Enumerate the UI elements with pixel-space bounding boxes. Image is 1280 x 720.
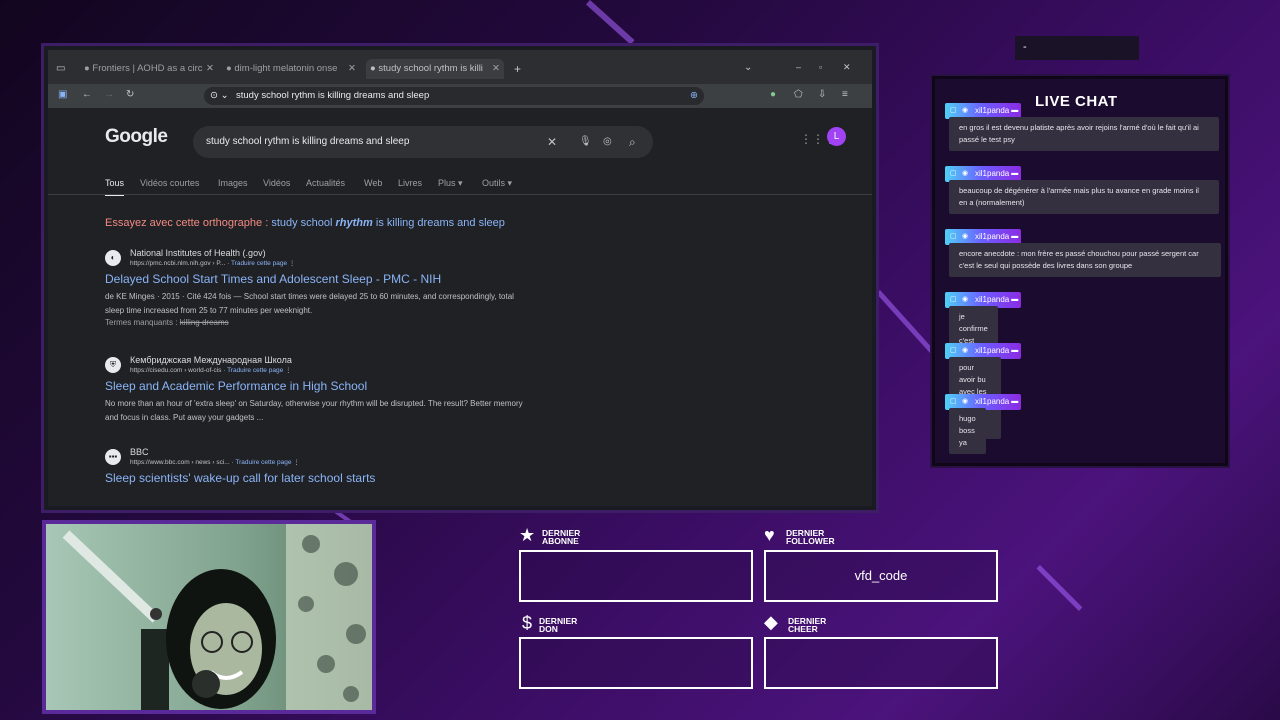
stat-label-abonne: DERNIER ABONNE	[542, 528, 581, 546]
tab-outils[interactable]: Outils ▾	[482, 178, 512, 189]
tab-study-school[interactable]: ● study school rythm is killi ✕	[366, 59, 504, 79]
search-result: ◐ National Institutes of Health (.gov) h…	[105, 248, 514, 327]
stat-label-follower: DERNIER FOLLOWER	[786, 528, 835, 546]
site-info-icon[interactable]: ⊕	[690, 87, 698, 105]
stat-box-abonne	[519, 550, 753, 602]
mic-icon[interactable]: 🎙	[579, 126, 592, 158]
webcam-feed	[42, 520, 376, 714]
translate-link[interactable]: Traduire cette page	[227, 367, 283, 374]
forward-icon[interactable]: →	[104, 89, 114, 100]
tab-close-icon[interactable]: ✕	[492, 59, 500, 79]
maximize-button[interactable]: ▫	[819, 62, 822, 72]
live-chat-panel: LIVE CHAT ▢ ◉ xil1panda ▬ en gros il est de…	[932, 76, 1228, 466]
tab-frontiers[interactable]: ● Frontiers | AOHD as a circ ✕	[84, 59, 214, 79]
webcam-image	[46, 524, 372, 710]
omnibox[interactable]: ⊙ ⌄ study school rythm is killing dreams…	[204, 87, 704, 105]
chat-title: LIVE CHAT	[1035, 93, 1118, 110]
search-result: ⛨ Кембриджская Международная Школа https…	[105, 355, 523, 422]
clear-icon[interactable]: ✕	[547, 126, 557, 158]
new-tab-icon[interactable]: +	[514, 62, 521, 76]
stat-box-don	[519, 637, 753, 689]
bg-streak	[1036, 565, 1083, 611]
extension-icon[interactable]: ●	[770, 89, 776, 100]
school-favicon-icon: ⛨	[105, 357, 121, 373]
stat-box-follower: vfd_code	[764, 550, 998, 602]
sidebar-icon[interactable]: ▣	[58, 89, 67, 100]
reload-icon[interactable]: ↻	[126, 89, 134, 100]
tab-close-icon[interactable]: ✕	[206, 59, 214, 79]
tab-images[interactable]: Images	[218, 178, 248, 188]
bg-streak	[585, 0, 635, 45]
google-logo[interactable]: Google	[105, 126, 168, 148]
stat-label-don: DERNIER DON	[539, 616, 578, 634]
search-icon[interactable]: ⌕	[629, 126, 636, 158]
address-bar: ▣ ← → ↻ ⊙ ⌄ study school rythm is killin…	[48, 84, 872, 108]
tab-videos-courtes[interactable]: Vidéos courtes	[140, 178, 199, 188]
diamond-icon: ◆	[764, 612, 778, 632]
tab-bar: ▭ ● Frontiers | AOHD as a circ ✕ ● dim-li…	[48, 50, 872, 84]
account-avatar[interactable]: L	[827, 127, 846, 146]
tab-list-icon[interactable]: ⌄	[744, 62, 752, 73]
tab-actualites[interactable]: Actualités	[306, 178, 345, 188]
translate-link[interactable]: Traduire cette page	[235, 459, 291, 466]
nav-divider	[48, 194, 872, 195]
search-result: ▪▪▪ BBC https://www.bbc.com › news › sci…	[105, 447, 376, 485]
chat-icon: ▬	[1011, 347, 1019, 354]
search-input[interactable]: study school rythm is killing dreams and…	[206, 126, 409, 158]
tab-close-icon[interactable]: ✕	[348, 59, 356, 79]
star-icon: ★	[519, 525, 536, 545]
tab-plus[interactable]: Plus ▾	[438, 178, 463, 189]
stat-label-cheer: DERNIER CHEER	[788, 616, 827, 634]
overlay-top-box: -	[1015, 36, 1139, 60]
search-box[interactable]: study school rythm is killing dreams and…	[193, 126, 653, 158]
download-icon[interactable]: ⇩	[818, 89, 826, 100]
bbc-favicon-icon: ▪▪▪	[105, 449, 121, 465]
google-results-page: Google study school rythm is killing dre…	[48, 108, 872, 506]
google-favicon-icon: ⊙ ⌄	[210, 90, 229, 101]
tab-melatonin[interactable]: ● dim-light melatonin onse ✕	[226, 59, 356, 79]
dollar-icon: $	[522, 613, 533, 633]
tab-search-icon[interactable]: ▭	[56, 63, 65, 74]
nih-favicon-icon: ◐	[105, 250, 121, 266]
back-icon[interactable]: ←	[82, 89, 92, 100]
stat-box-cheer	[764, 637, 998, 689]
browser-window: ▭ ● Frontiers | AOHD as a circ ✕ ● dim-li…	[44, 46, 876, 510]
result-title-link[interactable]: Delayed School Start Times and Adolescen…	[105, 272, 441, 286]
result-title-link[interactable]: Sleep scientists' wake-up call for later…	[105, 471, 375, 485]
translate-link[interactable]: Traduire cette page	[231, 260, 287, 267]
heart-icon: ♥	[764, 525, 775, 545]
tab-web[interactable]: Web	[364, 178, 382, 188]
tab-videos[interactable]: Vidéos	[263, 178, 290, 188]
puzzle-icon[interactable]: ⬠	[794, 89, 803, 100]
minimize-button[interactable]: –	[796, 62, 801, 72]
chat-icon: ▬	[1011, 398, 1019, 405]
lens-icon[interactable]: ◎	[603, 126, 612, 158]
close-window-button[interactable]: ✕	[843, 62, 851, 73]
chat-icon: ▬	[1011, 296, 1019, 303]
menu-icon[interactable]: ≡	[842, 89, 848, 100]
spelling-suggestion[interactable]: Essayez avec cette orthographe : study s…	[105, 216, 505, 231]
result-title-link[interactable]: Sleep and Academic Performance in High S…	[105, 379, 367, 393]
tab-livres[interactable]: Livres	[398, 178, 422, 188]
